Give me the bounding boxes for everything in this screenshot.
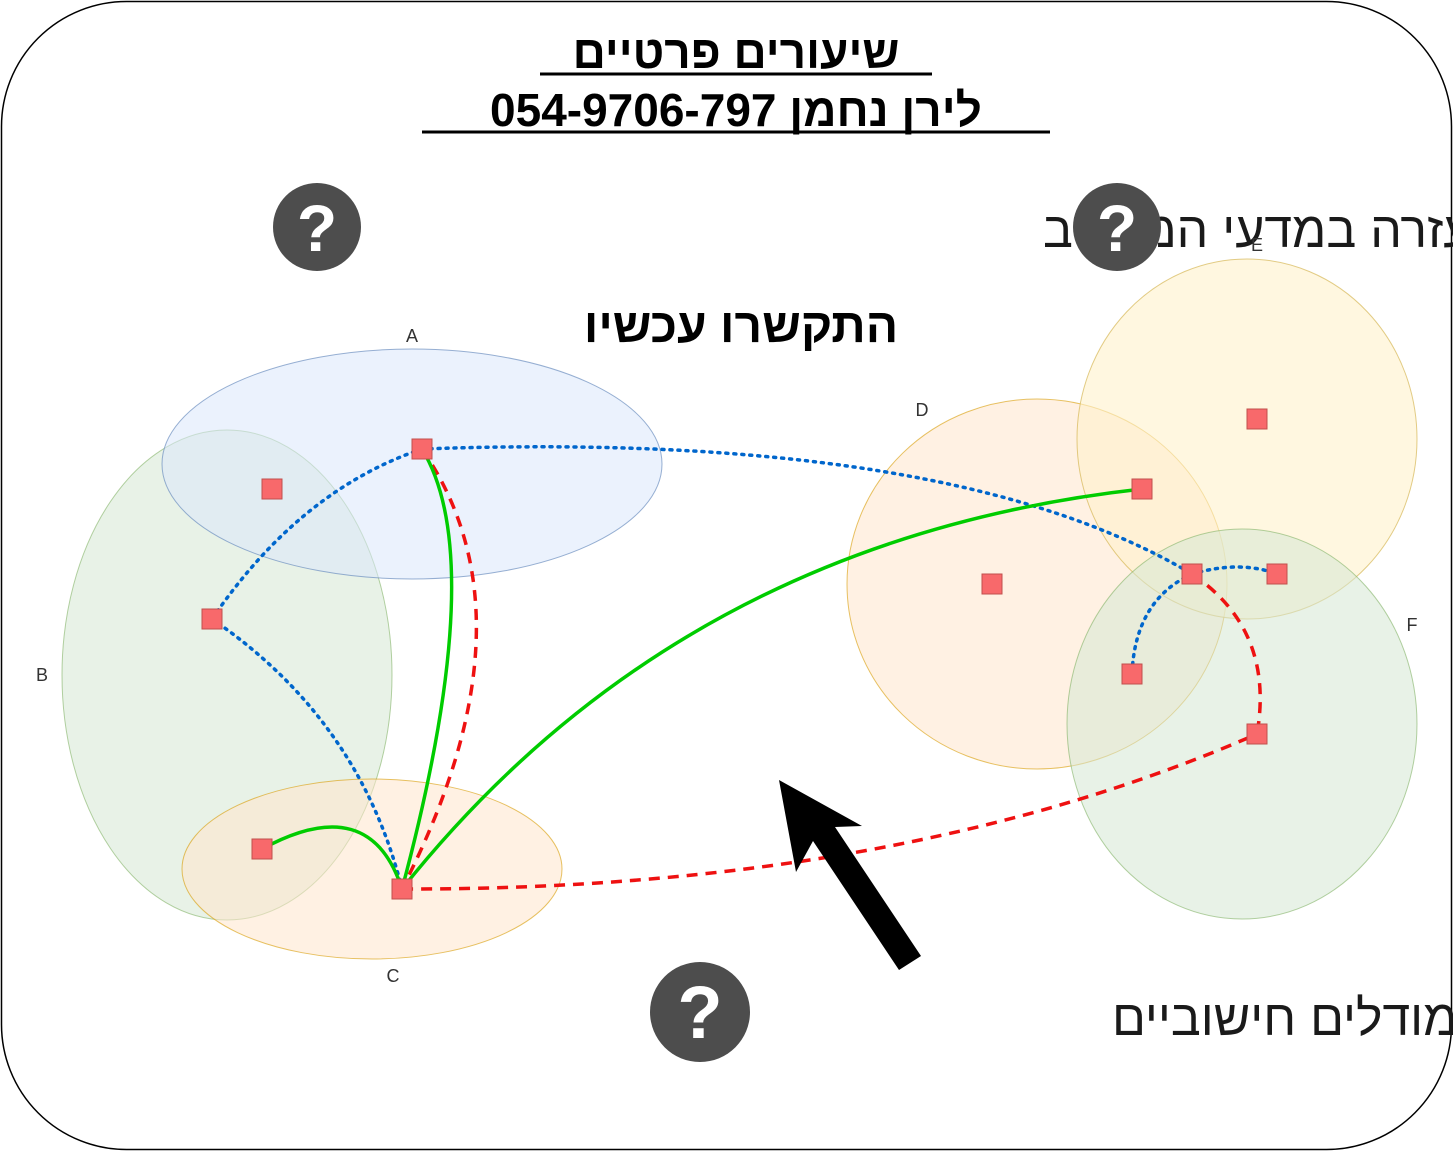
node-ef (1266, 563, 1288, 585)
set-label-f: F (1407, 615, 1418, 635)
question-glyph: ? (677, 971, 722, 1054)
node-d (981, 573, 1003, 595)
node-e (1246, 408, 1268, 430)
node-de (1131, 478, 1153, 500)
question-glyph: ? (1097, 191, 1137, 265)
contact-line: לירן נחמן 054-9706-797 (490, 84, 982, 136)
question-badge-bottom: ? (650, 962, 750, 1062)
node-f (1246, 723, 1268, 745)
set-label-e: E (1251, 235, 1263, 255)
node-ab (261, 478, 283, 500)
question-badge-left: ? (273, 183, 361, 271)
set-label-b: B (36, 665, 48, 685)
call-to-action: התקשרו עכשיו (584, 300, 898, 353)
set-a (161, 348, 663, 580)
question-glyph: ? (297, 191, 337, 265)
poster: שיעורים פרטיים לירן נחמן 054-9706-797 ? … (0, 0, 1453, 1151)
poster-canvas: שיעורים פרטיים לירן נחמן 054-9706-797 ? … (0, 0, 1453, 1151)
node-hub (1181, 563, 1203, 585)
footer-caption: מודלים חישוביים (1112, 990, 1453, 1046)
page-title: שיעורים פרטיים (573, 26, 900, 78)
node-c (391, 878, 413, 900)
question-badge-right: ? (1073, 183, 1161, 271)
node-c-left (251, 838, 273, 860)
set-label-a: A (406, 326, 418, 346)
node-df (1121, 663, 1143, 685)
node-b (201, 608, 223, 630)
node-a-top (411, 438, 433, 460)
set-label-d: D (916, 400, 929, 420)
set-f (1066, 528, 1418, 920)
set-label-c: C (387, 966, 400, 986)
